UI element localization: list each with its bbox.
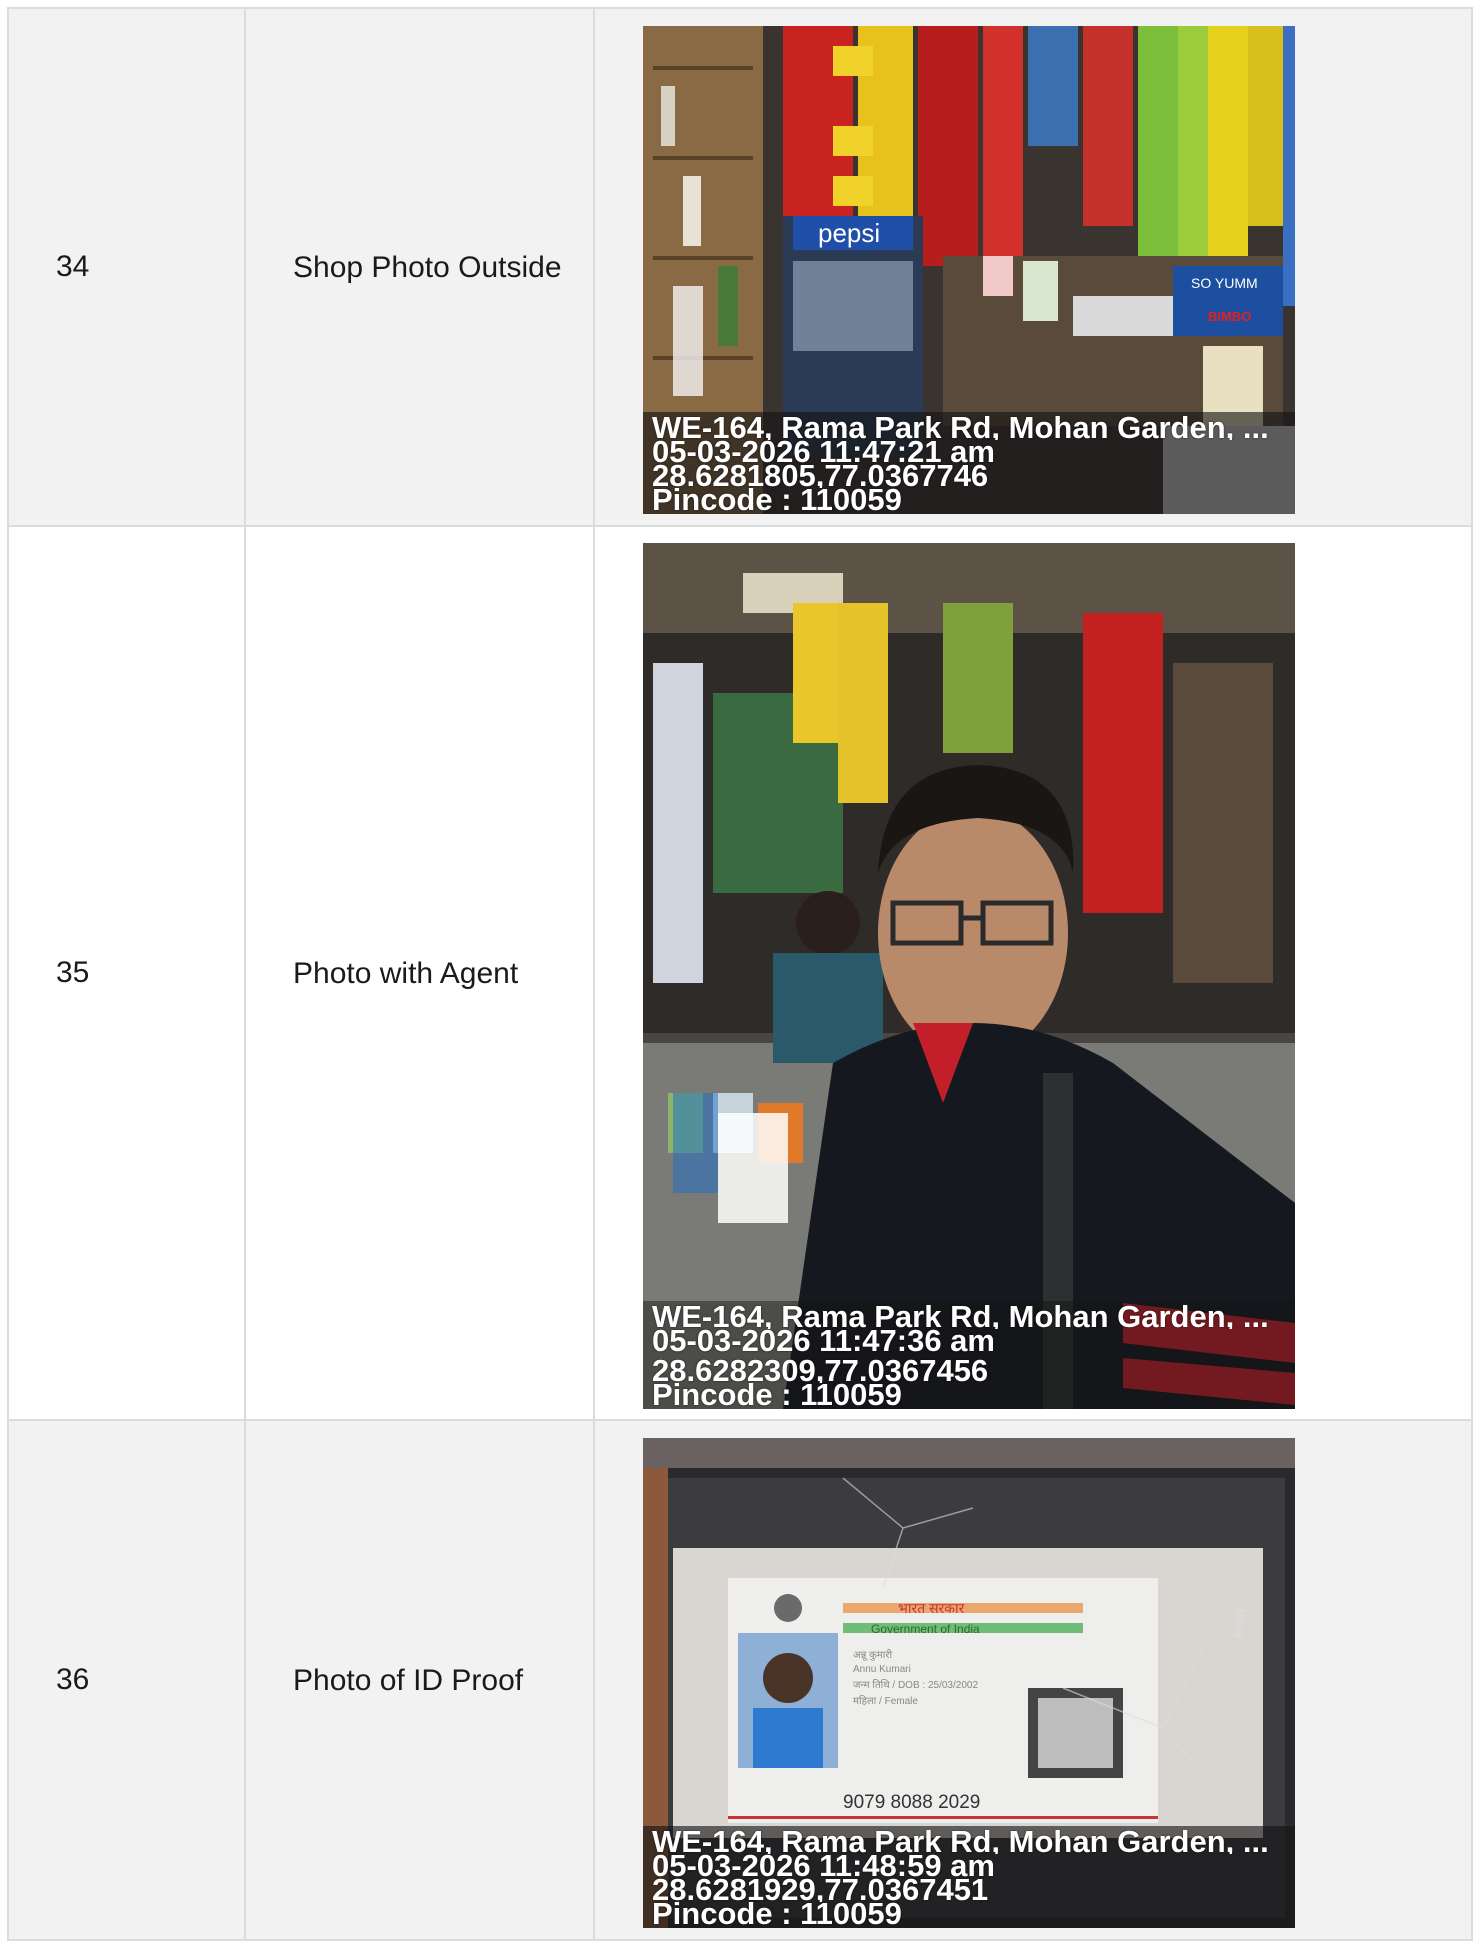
id-gender: महिला / Female xyxy=(853,1695,918,1707)
table-row: 34 Shop Photo Outside pepsi SO YUMM BIMB… xyxy=(7,7,1473,527)
photo-cell: pepsi SO YUMM BIMBO WE-164, Rama Park Rd… xyxy=(593,7,1473,527)
id-header-hindi: भारत सरकार xyxy=(898,1600,965,1616)
row-label: Shop Photo Outside xyxy=(244,7,595,527)
id-name-hindi: अन्नू कुमारी xyxy=(853,1649,892,1661)
geo-pincode: Pincode : 110059 xyxy=(652,488,902,512)
row-number: 35 xyxy=(7,525,246,1421)
photo-cell: WE-164, Rama Park Rd, Mohan Garden, ... … xyxy=(593,525,1473,1421)
geo-pincode: Pincode : 110059 xyxy=(652,1383,902,1407)
geo-coordinates: 28.6281929,77.0367451 xyxy=(652,1878,989,1902)
agent-selfie-photo[interactable]: WE-164, Rama Park Rd, Mohan Garden, ... … xyxy=(643,543,1295,1409)
geo-datetime: 05-03-2026 11:48:59 am xyxy=(652,1854,995,1878)
agent-scene-image xyxy=(643,543,1295,1409)
id-number: 9079 8088 2029 xyxy=(843,1792,980,1813)
id-name: Annu Kumari xyxy=(853,1664,911,1675)
geo-stamp-overlay: WE-164, Rama Park Rd, Mohan Garden, ... … xyxy=(643,1826,1295,1928)
geo-coordinates: 28.6282309,77.0367456 xyxy=(652,1359,989,1383)
shop-outside-photo[interactable]: pepsi SO YUMM BIMBO WE-164, Rama Park Rd… xyxy=(643,26,1295,514)
geo-pincode: Pincode : 110059 xyxy=(652,1902,902,1926)
reply-label: Reply xyxy=(1232,1607,1246,1638)
photo-table: 34 Shop Photo Outside pepsi SO YUMM BIMB… xyxy=(7,7,1473,1941)
row-number: 36 xyxy=(7,1419,246,1941)
id-header-english: Government of India xyxy=(871,1622,980,1636)
photo-cell: भारत सरकार Government of India अन्नू कुम… xyxy=(593,1419,1473,1941)
table-row: 35 Photo with Agent WE-164, Rama Park Rd… xyxy=(7,525,1473,1421)
geo-datetime: 05-03-2026 11:47:36 am xyxy=(652,1329,995,1353)
id-dob: जन्म तिथि / DOB : 25/03/2002 xyxy=(853,1679,978,1691)
bimbo-text: BIMBO xyxy=(1208,309,1251,324)
geo-datetime: 05-03-2026 11:47:21 am xyxy=(652,440,995,464)
row-number: 34 xyxy=(7,7,246,527)
geo-address: WE-164, Rama Park Rd, Mohan Garden, ... xyxy=(652,1830,1269,1854)
so-yumm-text: SO YUMM xyxy=(1191,275,1258,291)
geo-stamp-overlay: WE-164, Rama Park Rd, Mohan Garden, ... … xyxy=(643,412,1295,514)
geo-address: WE-164, Rama Park Rd, Mohan Garden, ... xyxy=(652,1305,1269,1329)
row-label: Photo of ID Proof xyxy=(244,1419,595,1941)
id-proof-photo[interactable]: भारत सरकार Government of India अन्नू कुम… xyxy=(643,1438,1295,1928)
geo-coordinates: 28.6281805,77.0367746 xyxy=(652,464,989,488)
geo-address: WE-164, Rama Park Rd, Mohan Garden, ... xyxy=(652,416,1269,440)
row-label: Photo with Agent xyxy=(244,525,595,1421)
pepsi-text: pepsi xyxy=(818,218,880,248)
geo-stamp-overlay: WE-164, Rama Park Rd, Mohan Garden, ... … xyxy=(643,1301,1295,1409)
table-row: 36 Photo of ID Proof भारत सरकार Governme… xyxy=(7,1419,1473,1941)
